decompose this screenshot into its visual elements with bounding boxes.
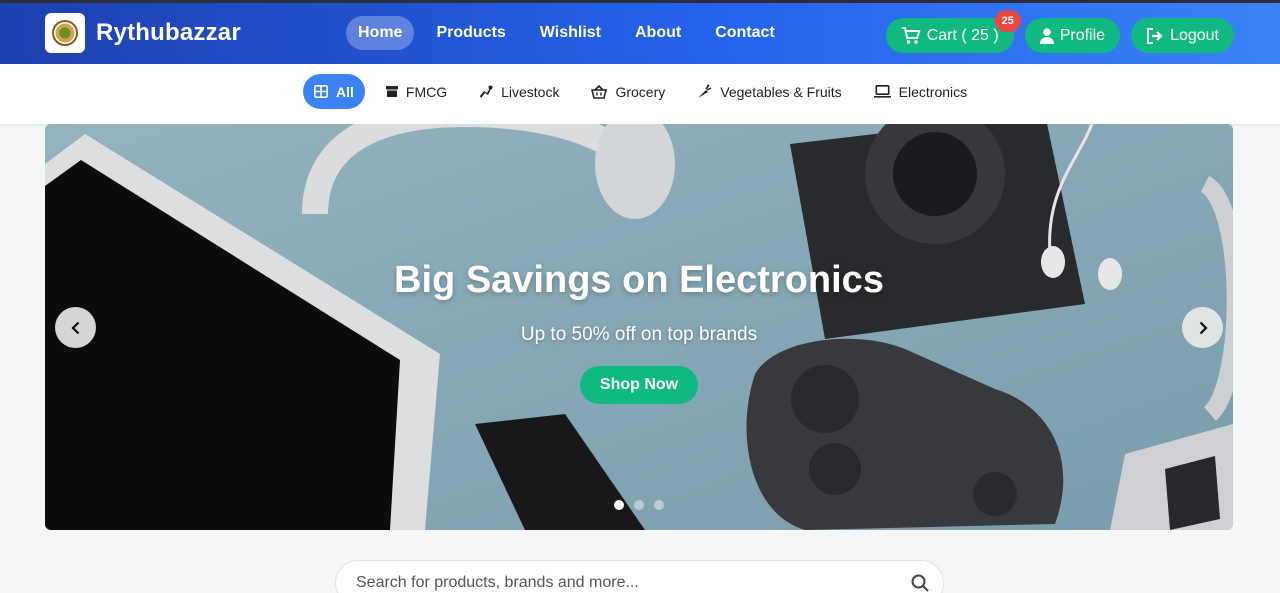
shop-now-button[interactable]: Shop Now [579, 366, 699, 404]
logout-button[interactable]: Logout [1131, 18, 1234, 53]
cart-button[interactable]: Cart ( 25 ) 25 [885, 10, 1021, 53]
profile-button[interactable]: Profile [1024, 18, 1121, 53]
laptop-icon [873, 85, 891, 98]
category-label: Electronics [898, 83, 968, 100]
hero-title: Big Savings on Electronics [394, 259, 884, 301]
carousel-prev-button[interactable] [55, 307, 96, 348]
brand-logo [45, 13, 85, 53]
category-all[interactable]: All [303, 74, 365, 109]
hero-content: Big Savings on Electronics Up to 50% off… [45, 259, 1233, 404]
search-icon[interactable] [911, 574, 929, 592]
category-label: All [336, 83, 354, 100]
category-label: Grocery [615, 83, 666, 100]
category-bar: All FMCG Livestock Grocery Vegetables & … [0, 64, 1280, 124]
nav-home[interactable]: Home [346, 16, 415, 50]
chevron-left-icon [70, 321, 79, 334]
hero-carousel: Big Savings on Electronics Up to 50% off… [45, 124, 1233, 530]
category-grocery[interactable]: Grocery [580, 74, 676, 109]
nav-products[interactable]: Products [424, 16, 517, 50]
carousel-dot-3[interactable] [654, 500, 664, 510]
livestock-icon [480, 85, 493, 98]
logo-seal-icon [52, 20, 78, 46]
search-input[interactable] [356, 572, 876, 593]
basket-icon [591, 84, 608, 99]
cart-icon [901, 26, 921, 44]
brand[interactable]: Rythubazzar [45, 13, 241, 53]
box-icon [385, 86, 398, 97]
nav-contact[interactable]: Contact [703, 16, 787, 50]
hero-subtitle: Up to 50% off on top brands [520, 324, 758, 345]
brand-name: Rythubazzar [96, 19, 241, 46]
cart-label: Cart ( 25 ) [926, 26, 999, 44]
carrot-icon [698, 84, 712, 98]
carousel-next-button[interactable] [1182, 307, 1223, 348]
search-bar [335, 560, 944, 593]
top-navbar: Rythubazzar Home Products Wishlist About… [0, 0, 1280, 64]
category-vegetables-fruits[interactable]: Vegetables & Fruits [686, 74, 852, 109]
main-nav: Home Products Wishlist About Contact [346, 16, 797, 50]
carousel-dot-2[interactable] [634, 500, 644, 510]
category-label: FMCG [405, 83, 448, 100]
category-label: Vegetables & Fruits [720, 83, 842, 100]
cart-count-badge: 25 [994, 10, 1021, 32]
nav-about[interactable]: About [623, 16, 693, 50]
logout-icon [1147, 27, 1163, 44]
carousel-indicators [614, 500, 674, 510]
header-actions: Cart ( 25 ) 25 Profile Logout [875, 10, 1234, 53]
logout-label: Logout [1170, 26, 1219, 44]
nav-wishlist[interactable]: Wishlist [528, 16, 613, 50]
category-livestock[interactable]: Livestock [468, 74, 570, 109]
profile-label: Profile [1059, 26, 1106, 44]
carousel-dot-1[interactable] [614, 500, 624, 510]
category-label: Livestock [501, 83, 560, 100]
category-fmcg[interactable]: FMCG [375, 74, 458, 109]
grid-icon [314, 85, 328, 98]
category-electronics[interactable]: Electronics [863, 74, 978, 109]
chevron-right-icon [1199, 321, 1208, 334]
user-icon [1039, 27, 1054, 44]
